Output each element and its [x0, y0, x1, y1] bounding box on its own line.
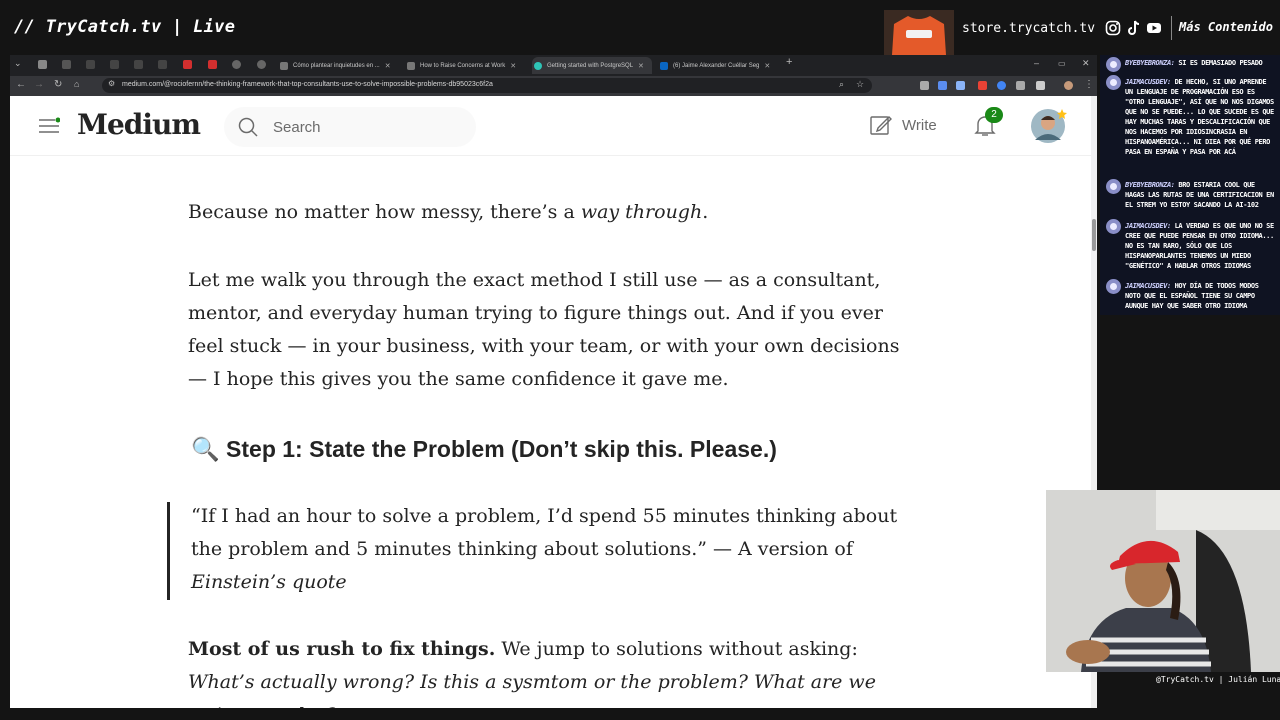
article-paragraph: Let me walk you through the exact method… [188, 269, 900, 390]
medium-logo[interactable]: Medium [77, 108, 201, 141]
extensions-puzzle-icon[interactable] [1036, 81, 1045, 90]
chat-message: ByeByeBronza: bro estaria cool que hagas… [1125, 181, 1274, 209]
zoom-icon[interactable]: ⌕ [839, 79, 844, 90]
chat-message: JaimacusDev: de hecho, si uno aprende un… [1125, 78, 1274, 156]
tab-favicon-icon [407, 61, 415, 70]
close-tab-icon[interactable]: ✕ [385, 62, 391, 70]
browser-tab[interactable]: Cómo plantear inquietudes en ... ✕ [280, 57, 400, 74]
minimize-window-icon[interactable]: – [1034, 58, 1039, 68]
back-icon[interactable]: ← [16, 79, 26, 90]
extension-icon[interactable] [938, 81, 947, 90]
profile-avatar-icon[interactable] [1064, 81, 1073, 90]
more-content-label[interactable]: Más Contenido [1179, 20, 1273, 34]
webpage: Because no matter how messy, there’s a w… [10, 96, 1091, 708]
address-bar[interactable]: ⚙ medium.com/@rociofernn/the-thinking-fr… [102, 78, 872, 93]
tab-favicon-icon [660, 61, 668, 70]
chat-avatar-icon [1106, 279, 1121, 294]
search-input[interactable]: Search [224, 107, 476, 147]
chat-message: JaimacusDev: hoy día de todos modos noto… [1125, 282, 1259, 310]
pinned-tab-icon[interactable] [183, 60, 192, 69]
streamer-credit: @TryCatch.tv | Julián Luna [1150, 672, 1280, 688]
chat-message: JaimacusDev: la verdad es que uno no se … [1125, 222, 1274, 270]
browser-tab-bar: ⌄ Cómo plantear inquietudes en ... ✕ How … [10, 55, 1097, 76]
instagram-icon[interactable] [1105, 20, 1121, 36]
search-placeholder: Search [273, 119, 321, 136]
menu-icon[interactable] [38, 117, 60, 135]
streamer-image [1046, 490, 1280, 672]
new-tab-button[interactable]: + [786, 56, 792, 68]
live-chat: ByeByeBronza: si es demasiado pesado Jai… [1100, 55, 1280, 315]
pinned-tab-icon[interactable] [208, 60, 217, 69]
extension-icon[interactable] [920, 81, 929, 90]
article-paragraph: Because no matter how messy, there’s a w… [188, 201, 709, 223]
pinned-tab-icon[interactable] [257, 60, 266, 69]
store-url: store.trycatch.tv [962, 21, 1096, 36]
youtube-icon[interactable] [1146, 20, 1162, 36]
reload-icon[interactable]: ↻ [54, 79, 62, 90]
tshirt-image [884, 10, 954, 55]
article-paragraph: Most of us rush to fix things. We jump t… [188, 638, 876, 708]
header-divider [1171, 16, 1172, 40]
close-window-icon[interactable]: ✕ [1082, 58, 1090, 69]
close-tab-icon[interactable]: ✕ [638, 62, 644, 70]
close-tab-icon[interactable]: ✕ [510, 62, 516, 70]
tab-favicon-icon [280, 61, 288, 70]
blockquote: “If I had an hour to solve a problem, I’… [191, 505, 898, 593]
medium-navbar: Medium Search Write 2 [10, 96, 1091, 156]
stream-title: // TryCatch.tv | Live [14, 17, 236, 37]
pinned-tab-icon[interactable] [232, 60, 241, 69]
stream-header: // TryCatch.tv | Live store.trycatch.tv … [0, 0, 1280, 55]
pinned-tab-icon[interactable] [86, 60, 95, 69]
screen: // TryCatch.tv | Live store.trycatch.tv … [0, 0, 1280, 720]
tiktok-icon[interactable] [1126, 20, 1142, 36]
extension-icon[interactable] [997, 81, 1006, 90]
search-icon [238, 117, 258, 137]
extension-icon[interactable] [1016, 81, 1025, 90]
pinned-tab-icon[interactable] [38, 60, 47, 69]
pinned-tab-icon[interactable] [158, 60, 167, 69]
tab-favicon-icon [534, 61, 542, 70]
pinned-tab-icon[interactable] [110, 60, 119, 69]
chat-avatar-icon [1106, 219, 1121, 234]
site-info-icon[interactable]: ⚙ [108, 79, 115, 88]
write-button[interactable]: Write [870, 114, 937, 136]
browser-toolbar: ← → ↻ ⌂ ⚙ medium.com/@rociofernn/the-thi… [10, 76, 1097, 96]
magnifier-icon: 🔍 [191, 436, 220, 462]
extension-icon[interactable] [978, 81, 987, 90]
forward-icon[interactable]: → [34, 79, 44, 90]
notification-count-badge: 2 [985, 107, 1003, 123]
home-icon[interactable]: ⌂ [74, 79, 79, 89]
blockquote-bar [167, 502, 170, 600]
chat-message: ByeByeBronza: si es demasiado pesado [1125, 59, 1263, 67]
scrollbar-thumb[interactable] [1092, 219, 1096, 251]
pinned-tab-icon[interactable] [134, 60, 143, 69]
chat-avatar-icon [1106, 179, 1121, 194]
user-avatar[interactable] [1031, 108, 1067, 144]
maximize-window-icon[interactable]: ▭ [1058, 59, 1066, 68]
webcam-feed [1046, 490, 1280, 672]
browser-tab[interactable]: How to Raise Concerns at Work ✕ [407, 57, 527, 74]
tab-search-icon[interactable]: ⌄ [14, 58, 22, 69]
pinned-tab-icon[interactable] [62, 60, 71, 69]
browser-tab-active[interactable]: Getting started with PostgreSQL ✕ [532, 57, 652, 74]
browser-menu-icon[interactable]: ⋮ [1084, 79, 1094, 90]
bookmark-star-icon[interactable]: ☆ [856, 79, 864, 90]
close-tab-icon[interactable]: ✕ [764, 62, 770, 70]
browser-tab[interactable]: (6) Jaime Alexander Cuéllar Seg ✕ [660, 57, 785, 74]
chat-avatar-icon [1106, 75, 1121, 90]
url-text[interactable]: medium.com/@rociofernn/the-thinking-fram… [122, 81, 493, 88]
chat-avatar-icon [1106, 57, 1121, 72]
write-icon [870, 116, 892, 135]
section-heading: 🔍 Step 1: State the Problem (Don’t skip … [191, 436, 777, 462]
extension-icon[interactable] [956, 81, 965, 90]
